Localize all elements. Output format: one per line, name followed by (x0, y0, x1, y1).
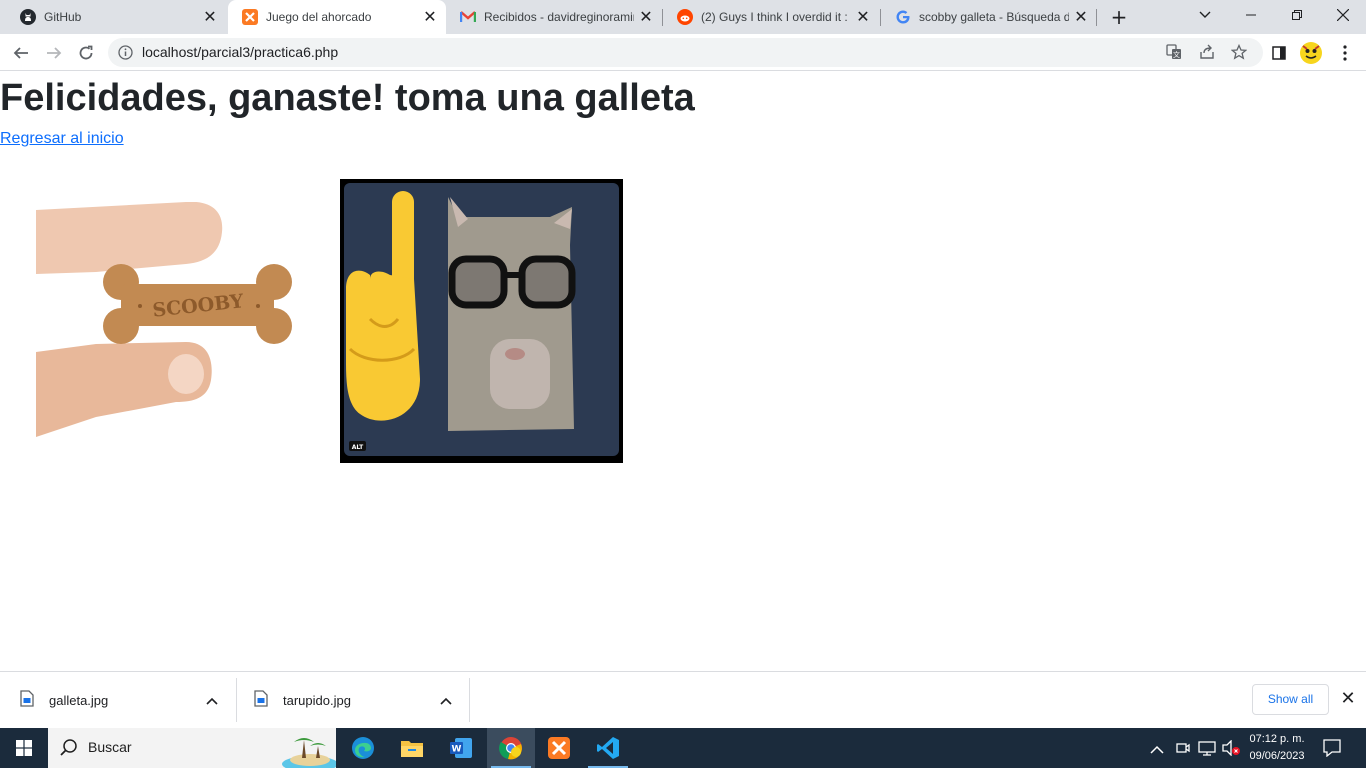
browser-toolbar: localhost/parcial3/practica6.php 文 (0, 34, 1366, 71)
xampp-taskbar-icon[interactable] (535, 728, 583, 768)
google-icon (895, 9, 911, 25)
tab-title: scobby galleta - Búsqueda de (919, 10, 1069, 24)
search-highlight-image (280, 730, 338, 772)
tab-reddit[interactable]: (2) Guys I think I overdid it : g ✕ (663, 0, 879, 34)
tab-title: GitHub (44, 10, 82, 24)
tab-strip: GitHub ✕ Juego del ahorcado ✕ Recibidos … (0, 0, 1366, 34)
download-filename: galleta.jpg (49, 692, 109, 708)
close-window-icon[interactable] (1320, 0, 1366, 30)
search-icon (60, 739, 78, 761)
bookmark-star-icon[interactable] (1230, 43, 1248, 64)
tab-close-icon[interactable]: ✕ (634, 7, 658, 27)
svg-text:W: W (452, 745, 462, 755)
notifications-icon[interactable] (1322, 739, 1342, 761)
clock-date: 09/06/2023 (1249, 750, 1305, 762)
tab-separator (1096, 9, 1097, 26)
menu-kebab-icon[interactable] (1332, 40, 1358, 66)
tab-title: Juego del ahorcado (266, 10, 372, 24)
edge-icon[interactable] (339, 728, 387, 768)
share-icon[interactable] (1199, 44, 1215, 64)
download-item[interactable]: galleta.jpg (20, 672, 230, 728)
file-icon (20, 690, 34, 710)
forward-arrow-icon[interactable] (41, 40, 67, 66)
new-tab-button[interactable]: + (1107, 5, 1131, 29)
file-explorer-icon[interactable] (388, 728, 436, 768)
url-text[interactable]: localhost/parcial3/practica6.php (142, 44, 338, 60)
close-shelf-icon[interactable]: ✕ (1338, 688, 1358, 712)
cookie-image: SCOOBY (36, 201, 296, 444)
tab-close-icon[interactable]: ✕ (851, 7, 875, 27)
tab-close-icon[interactable]: ✕ (1069, 7, 1093, 27)
chrome-icon[interactable] (487, 728, 535, 768)
clock-time: 07:12 p. m. (1249, 733, 1305, 745)
download-shelf: galleta.jpg tarupido.jpg Show all ✕ (0, 671, 1366, 728)
tab-title: Recibidos - davidreginoramir (484, 10, 634, 24)
profile-avatar-icon[interactable] (1298, 40, 1324, 66)
page-content: Felicidades, ganaste! toma una galleta R… (0, 71, 1366, 671)
tab-ahorcado[interactable]: Juego del ahorcado ✕ (228, 0, 446, 34)
tab-close-icon[interactable]: ✕ (198, 7, 222, 27)
taskbar-clock[interactable]: 07:12 p. m. 09/06/2023 (1242, 731, 1312, 765)
back-arrow-icon[interactable] (8, 40, 34, 66)
site-info-icon[interactable] (118, 45, 133, 64)
tab-close-icon[interactable]: ✕ (418, 7, 442, 27)
word-icon[interactable]: W (437, 728, 485, 768)
side-panel-icon[interactable] (1266, 40, 1292, 66)
cat-glasses-meme-image: ALT (340, 179, 623, 463)
minimize-icon[interactable] (1228, 0, 1274, 30)
tab-title: (2) Guys I think I overdid it : g (701, 10, 851, 24)
windows-start-icon[interactable] (0, 728, 48, 768)
volume-muted-icon[interactable] (1221, 739, 1241, 760)
file-icon (254, 690, 268, 710)
tray-chevron-up-icon[interactable] (1150, 740, 1164, 759)
taskbar-search[interactable]: Buscar (48, 728, 338, 772)
chevron-up-icon[interactable] (206, 693, 218, 708)
alt-badge: ALT (352, 444, 364, 451)
tab-search-icon[interactable] (1182, 0, 1228, 30)
tab-github[interactable]: GitHub ✕ (6, 0, 226, 34)
show-all-button[interactable]: Show all (1252, 684, 1329, 715)
download-item[interactable]: tarupido.jpg (254, 672, 464, 728)
reddit-icon (677, 9, 693, 25)
svg-text:文: 文 (1173, 50, 1180, 59)
restore-icon[interactable] (1274, 0, 1320, 30)
github-icon (20, 9, 36, 25)
xampp-icon (242, 9, 258, 25)
download-separator (469, 678, 470, 722)
translate-icon[interactable]: 文 (1166, 44, 1182, 64)
chevron-up-icon[interactable] (440, 693, 452, 708)
search-placeholder: Buscar (88, 739, 132, 755)
page-title: Felicidades, ganaste! toma una galleta (0, 77, 695, 119)
address-bar[interactable]: localhost/parcial3/practica6.php 文 (108, 38, 1263, 67)
download-filename: tarupido.jpg (283, 692, 351, 708)
tab-google[interactable]: scobby galleta - Búsqueda de ✕ (881, 0, 1097, 34)
reload-icon[interactable] (73, 40, 99, 66)
tab-gmail[interactable]: Recibidos - davidreginoramir ✕ (446, 0, 662, 34)
vscode-icon[interactable] (584, 728, 632, 768)
network-icon[interactable] (1198, 740, 1216, 760)
download-separator (236, 678, 237, 722)
meet-now-icon[interactable] (1175, 740, 1191, 760)
back-to-start-link[interactable]: Regresar al inicio (0, 130, 124, 148)
windows-taskbar: Buscar W 07:12 p. m. 09/06/2023 (0, 728, 1366, 772)
gmail-icon (460, 9, 476, 25)
